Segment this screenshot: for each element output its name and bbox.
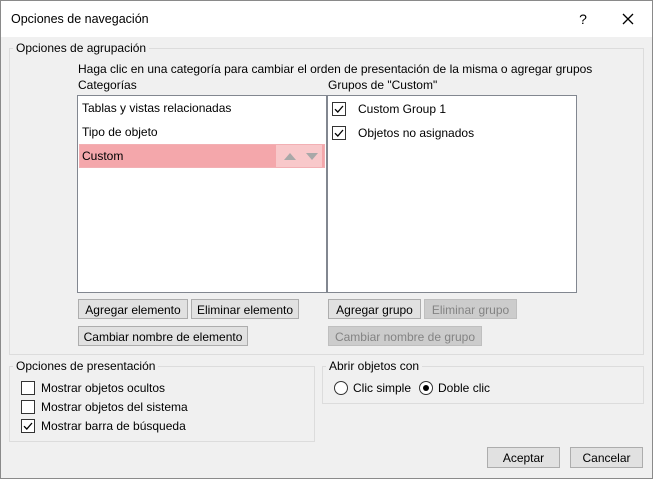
display-options-legend: Opciones de presentación: [16, 359, 156, 373]
single-click-option[interactable]: Clic simple: [334, 380, 414, 396]
groups-label: Grupos de "Custom": [328, 78, 438, 92]
close-icon: [622, 13, 634, 25]
single-click-label: Clic simple: [353, 381, 412, 395]
categories-label: Categorías: [78, 78, 137, 92]
delete-item-button[interactable]: Eliminar elemento: [191, 299, 299, 319]
show-hidden-label: Mostrar objetos ocultos: [41, 381, 166, 395]
checkmark-icon: [334, 105, 344, 113]
show-search-bar-option[interactable]: Mostrar barra de búsqueda: [21, 418, 221, 434]
show-system-objects-option[interactable]: Mostrar objetos del sistema: [21, 399, 221, 415]
navigation-options-dialog: Opciones de navegación ? Opciones de agr…: [0, 0, 653, 479]
category-item-selected[interactable]: Custom: [79, 144, 325, 168]
add-item-button[interactable]: Agregar elemento: [78, 299, 188, 319]
groups-list[interactable]: Custom Group 1 Objetos no asignados: [327, 95, 577, 293]
open-objects-legend: Abrir objetos con: [329, 359, 420, 373]
category-label: Tipo de objeto: [82, 125, 158, 139]
add-group-button[interactable]: Agregar grupo: [328, 299, 421, 319]
rename-group-button: Cambiar nombre de grupo: [328, 326, 482, 346]
show-hidden-objects-option[interactable]: Mostrar objetos ocultos: [21, 380, 221, 396]
double-click-label: Doble clic: [438, 381, 491, 395]
double-click-radio[interactable]: [419, 381, 433, 395]
show-system-checkbox[interactable]: [21, 400, 35, 414]
group-item[interactable]: Custom Group 1: [330, 99, 570, 119]
category-item[interactable]: Tablas y vistas relacionadas: [80, 97, 324, 119]
group-checkbox[interactable]: [332, 102, 346, 116]
checkmark-icon: [334, 129, 344, 137]
radio-selected-dot: [423, 385, 429, 391]
group-label: Custom Group 1: [358, 102, 447, 116]
move-down-icon[interactable]: [306, 153, 318, 160]
show-search-bar-checkbox[interactable]: [21, 419, 35, 433]
delete-group-button: Eliminar grupo: [424, 299, 517, 319]
group-item[interactable]: Objetos no asignados: [330, 123, 570, 143]
category-label: Custom: [82, 149, 124, 163]
show-system-label: Mostrar objetos del sistema: [41, 400, 188, 414]
group-label: Objetos no asignados: [358, 126, 475, 140]
rename-item-button[interactable]: Cambiar nombre de elemento: [78, 326, 248, 346]
grouping-options-legend: Opciones de agrupación: [16, 41, 147, 55]
checkmark-icon: [23, 422, 33, 430]
category-label: Tablas y vistas relacionadas: [82, 101, 232, 115]
group-checkbox[interactable]: [332, 126, 346, 140]
close-button[interactable]: [615, 7, 641, 31]
double-click-option[interactable]: Doble clic: [419, 380, 499, 396]
single-click-radio[interactable]: [334, 381, 348, 395]
show-hidden-checkbox[interactable]: [21, 381, 35, 395]
category-item[interactable]: Tipo de objeto: [80, 121, 324, 143]
cancel-button[interactable]: Cancelar: [570, 447, 643, 468]
categories-list[interactable]: Tablas y vistas relacionadas Tipo de obj…: [77, 95, 327, 293]
ok-button[interactable]: Aceptar: [487, 447, 560, 468]
help-button[interactable]: ?: [571, 7, 595, 31]
show-search-bar-label: Mostrar barra de búsqueda: [41, 419, 186, 433]
move-up-icon[interactable]: [284, 153, 296, 160]
grouping-instruction: Haga clic en una categoría para cambiar …: [78, 62, 593, 76]
dialog-title: Opciones de navegación: [11, 12, 149, 26]
title-bar: Opciones de navegación ?: [1, 1, 652, 37]
